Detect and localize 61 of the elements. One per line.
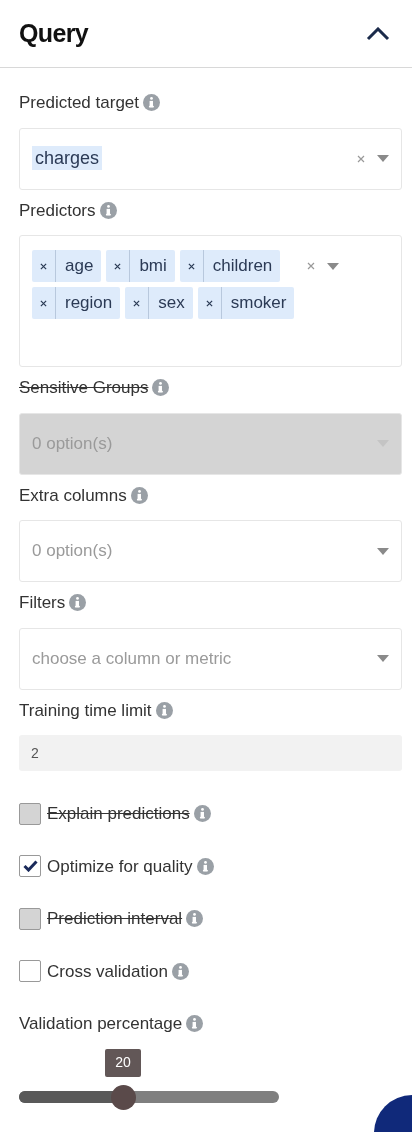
value-tooltip: 20 — [105, 1048, 141, 1077]
panel-title: Query — [19, 17, 89, 49]
info-icon[interactable] — [155, 701, 173, 719]
field-label: Predicted target — [19, 92, 139, 114]
checkbox-label: Cross validation — [47, 960, 168, 983]
checkbox-label: Prediction interval — [47, 908, 183, 930]
multi-select-field[interactable]: age bmi children region sex smoker — [19, 235, 402, 367]
info-icon[interactable] — [130, 486, 148, 504]
remove-icon[interactable] — [205, 299, 213, 307]
tag-chip[interactable]: age — [32, 250, 102, 282]
checkbox-label: Optimize for quality — [47, 855, 193, 878]
remove-icon[interactable] — [133, 299, 141, 307]
check-icon — [22, 860, 38, 873]
tag-label: region — [55, 287, 121, 319]
tag-label: smoker — [220, 287, 295, 319]
placeholder-text: choose a column or metric — [32, 647, 233, 670]
remove-icon[interactable] — [114, 262, 122, 270]
info-icon[interactable] — [186, 1015, 204, 1033]
tag-label: children — [202, 250, 281, 282]
info-icon[interactable] — [186, 910, 204, 928]
remove-icon[interactable] — [40, 262, 47, 270]
info-icon[interactable] — [171, 962, 189, 980]
placeholder-text: 0 option(s) — [32, 540, 114, 563]
info-icon[interactable] — [196, 857, 214, 875]
collapse-icon[interactable] — [366, 26, 390, 41]
caret-icon[interactable] — [377, 655, 389, 662]
tag-chip[interactable]: children — [179, 250, 281, 282]
tag-chip[interactable]: sex — [125, 287, 193, 319]
slider-track[interactable] — [19, 1090, 279, 1103]
field-label: Validation percentage — [19, 1013, 183, 1035]
slider-thumb[interactable] — [111, 1084, 136, 1110]
info-icon[interactable] — [99, 201, 117, 219]
checkbox-label: Explain predictions — [47, 803, 190, 825]
tag-chip[interactable]: bmi — [106, 250, 175, 282]
tag-label: bmi — [129, 250, 175, 282]
checkbox[interactable] — [19, 960, 41, 983]
info-icon[interactable] — [143, 94, 160, 112]
info-icon[interactable] — [193, 805, 211, 823]
tag-label: age — [55, 250, 102, 282]
field-label: Filters — [19, 592, 66, 614]
selected-value: charges — [32, 146, 103, 170]
caret-icon[interactable] — [327, 262, 339, 270]
select-field[interactable]: charges — [19, 127, 402, 190]
field-label: Predictors — [19, 199, 96, 222]
remove-icon[interactable] — [187, 262, 195, 270]
clear-icon[interactable] — [357, 154, 365, 163]
field-label: Training time limit — [19, 699, 152, 722]
placeholder-text: 0 option(s) — [32, 432, 114, 455]
remove-icon[interactable] — [40, 299, 47, 307]
field-label: Extra columns — [19, 484, 127, 507]
field-label: Sensitive Groups — [19, 377, 149, 399]
clear-icon[interactable] — [307, 262, 315, 270]
tag-label: sex — [148, 287, 193, 319]
info-icon[interactable] — [152, 379, 170, 397]
tag-chip[interactable]: smoker — [197, 287, 295, 319]
number-field[interactable]: 2 — [19, 735, 402, 771]
caret-icon[interactable] — [377, 155, 389, 162]
checkbox[interactable] — [19, 855, 41, 878]
info-icon[interactable] — [69, 594, 87, 612]
caret-icon[interactable] — [377, 547, 389, 555]
tag-chip[interactable]: region — [32, 287, 121, 319]
